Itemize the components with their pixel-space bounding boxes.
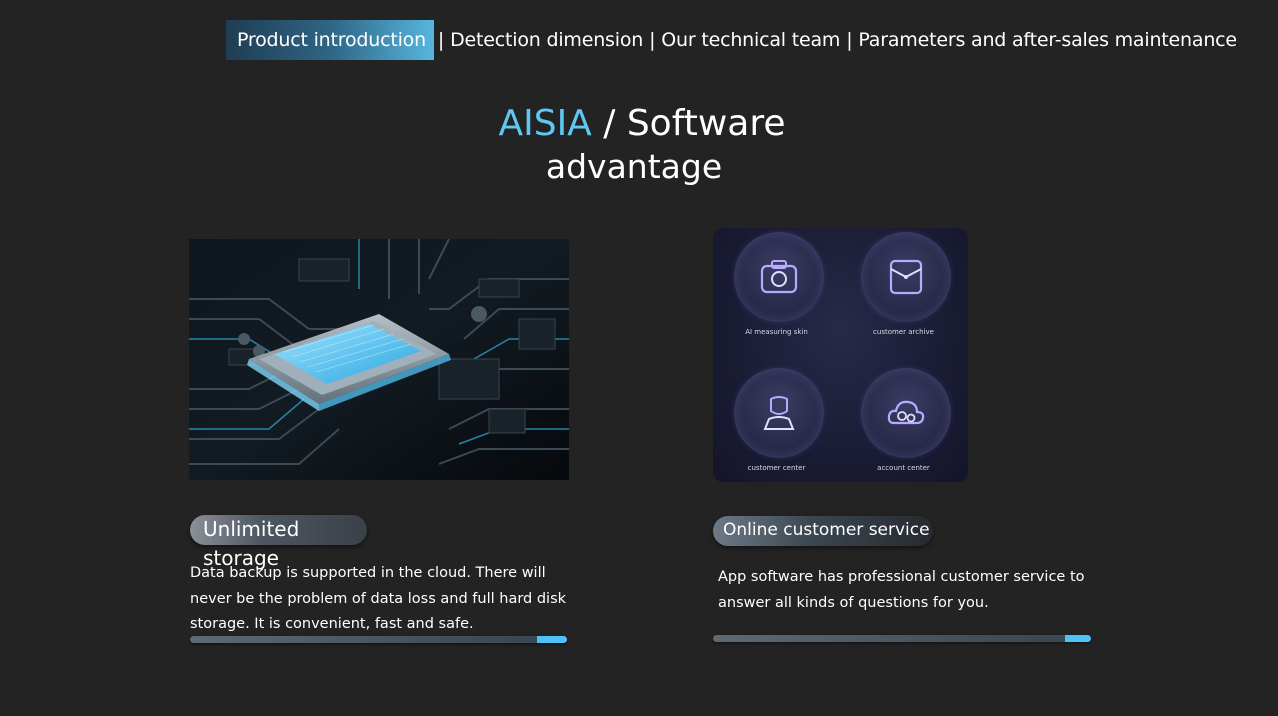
app-tile-skin-measure: AI measuring skin <box>713 228 840 355</box>
progress-fill <box>1064 635 1091 642</box>
cloud-gear-icon <box>887 400 925 425</box>
app-tile-customer-center: customer center <box>713 364 840 482</box>
nav-separator: | <box>649 29 656 51</box>
camera-icon <box>760 260 798 294</box>
app-tile-circle <box>861 232 951 322</box>
nav-technical-team[interactable]: Our technical team <box>659 29 842 51</box>
user-icon <box>763 396 795 430</box>
heading-line-2: advantage <box>545 147 723 186</box>
app-tile-circle <box>734 232 824 322</box>
app-tile-circle <box>734 368 824 458</box>
heading-line-1: AISIA / Software <box>6 100 1278 148</box>
app-tile-label: account center <box>877 464 930 472</box>
nav-separator: | <box>846 29 853 51</box>
feature-title-unlimited-storage: Unlimited storage <box>190 515 367 570</box>
app-tile-circle <box>861 368 951 458</box>
folder-icon <box>889 259 923 295</box>
feature-description-service: App software has professional customer s… <box>718 569 1085 611</box>
app-screen-illustration: AI measuring skin customer archive custo… <box>713 228 968 482</box>
top-nav: Product introduction | Detection dimensi… <box>226 20 1239 60</box>
heading-title-1: Software <box>626 103 786 144</box>
brand-name: AISIA <box>498 103 592 144</box>
app-tile-account-center: account center <box>840 364 967 482</box>
nav-parameters-maintenance[interactable]: Parameters and after-sales maintenance <box>856 29 1239 51</box>
heading-slash: / <box>591 103 627 144</box>
feature-title-online-service: Online customer service <box>713 516 933 546</box>
progress-bar-service <box>713 635 1091 642</box>
app-tile-customer-archive: customer archive <box>840 228 967 355</box>
chip-illustration <box>189 239 569 480</box>
app-tile-label: AI measuring skin <box>745 328 808 336</box>
app-tile-label: customer archive <box>873 328 934 336</box>
nav-separator: | <box>437 29 445 51</box>
feature-description-storage: Data backup is supported in the cloud. T… <box>190 565 567 632</box>
app-tile-label: customer center <box>747 464 806 472</box>
nav-product-introduction[interactable]: Product introduction <box>226 20 434 60</box>
section-heading: AISIA / Software advantage <box>0 100 1278 186</box>
nav-detection-dimension[interactable]: Detection dimension <box>448 29 645 51</box>
progress-fill <box>536 636 567 643</box>
circuit-board-image <box>189 239 569 480</box>
progress-bar-storage <box>190 636 567 643</box>
